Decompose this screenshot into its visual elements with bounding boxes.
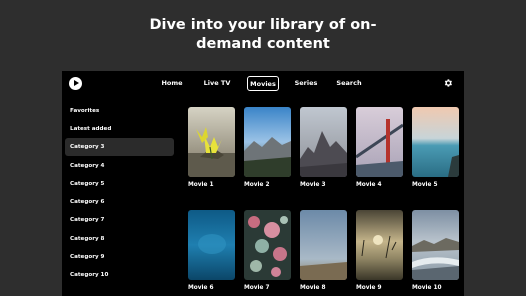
movie-title: Movie 5 — [412, 182, 438, 188]
sidebar-item-category-7[interactable]: Category 7 — [65, 211, 174, 229]
tab-series[interactable]: Series — [292, 76, 320, 91]
play-circle-icon[interactable] — [69, 77, 82, 90]
movie-tile-6-poster[interactable] — [188, 210, 235, 280]
movie-tile-2-poster[interactable] — [244, 107, 291, 177]
headline: Dive into your library of on- demand con… — [0, 16, 526, 54]
movie-title: Movie 3 — [300, 182, 326, 188]
movie-tile-4-poster[interactable] — [356, 107, 403, 177]
movie-title: Movie 7 — [244, 285, 270, 291]
sidebar-item-latest-added[interactable]: Latest added — [65, 120, 174, 138]
movie-tile-1-poster[interactable] — [188, 107, 235, 177]
top-nav: Home Live TV Movies Series Search — [62, 71, 464, 97]
sidebar-item-category-5[interactable]: Category 5 — [65, 175, 174, 193]
tab-live-tv[interactable]: Live TV — [200, 76, 234, 91]
sidebar-item-category-3[interactable]: Category 3 — [65, 138, 174, 156]
movie-tile-10-poster[interactable] — [412, 210, 459, 280]
sidebar-item-category-8[interactable]: Category 8 — [65, 230, 174, 248]
movie-tile-7-poster[interactable] — [244, 210, 291, 280]
sidebar-item-category-10[interactable]: Category 10 — [65, 266, 174, 284]
gear-icon[interactable] — [443, 78, 453, 88]
movie-tile-8-poster[interactable] — [300, 210, 347, 280]
movie-title: Movie 4 — [356, 182, 382, 188]
sidebar-item-category-9[interactable]: Category 9 — [65, 248, 174, 266]
movie-title: Movie 6 — [188, 285, 214, 291]
movie-tile-9-poster[interactable] — [356, 210, 403, 280]
movie-title: Movie 8 — [300, 285, 326, 291]
movie-title: Movie 1 — [188, 182, 214, 188]
tab-movies[interactable]: Movies — [247, 76, 279, 91]
headline-line-1: Dive into your library of on- — [149, 17, 377, 33]
movie-tile-3-poster[interactable] — [300, 107, 347, 177]
headline-line-2: demand content — [196, 36, 330, 52]
movie-title: Movie 9 — [356, 285, 382, 291]
sidebar-item-favorites[interactable]: Favorites — [65, 102, 174, 120]
movie-title: Movie 2 — [244, 182, 270, 188]
app-screen: Home Live TV Movies Series Search Favori… — [62, 71, 464, 296]
sidebar-item-category-6[interactable]: Category 6 — [65, 193, 174, 211]
movie-title: Movie 10 — [412, 285, 442, 291]
tab-search[interactable]: Search — [334, 76, 364, 91]
tab-home[interactable]: Home — [158, 76, 186, 91]
movie-tile-5-poster[interactable] — [412, 107, 459, 177]
sidebar-item-category-4[interactable]: Category 4 — [65, 157, 174, 175]
